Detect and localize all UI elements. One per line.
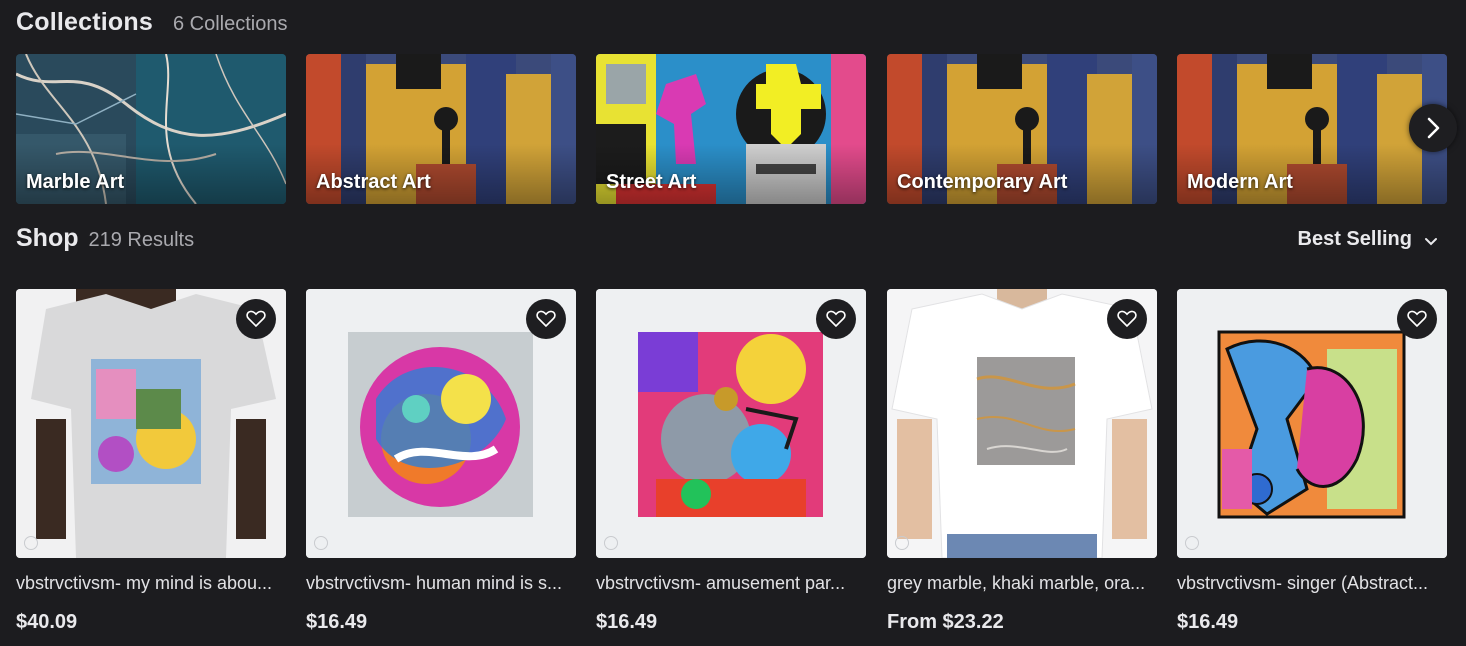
heart-icon xyxy=(536,310,556,328)
product-title[interactable]: vbstrvctivsm- my mind is abou... xyxy=(16,573,286,594)
product-price: $40.09 xyxy=(16,611,78,633)
product-card[interactable]: vbstrvctivsm- amusement par... $16.49 xyxy=(596,289,866,634)
product-card[interactable]: vbstrvctivsm- human mind is s... $16.49 xyxy=(306,289,576,634)
heart-icon xyxy=(246,310,266,328)
favorite-button[interactable] xyxy=(236,299,276,339)
product-title[interactable]: vbstrvctivsm- human mind is s... xyxy=(306,573,576,594)
collections-count: 6 Collections xyxy=(172,13,288,35)
results-count: 219 Results xyxy=(88,229,195,251)
info-icon xyxy=(24,536,38,550)
product-title[interactable]: vbstrvctivsm- amusement par... xyxy=(596,573,866,594)
product-card[interactable]: grey marble, khaki marble, ora... From $… xyxy=(887,289,1157,634)
heart-icon xyxy=(826,310,846,328)
product-image[interactable] xyxy=(887,289,1157,558)
product-card[interactable]: vbstrvctivsm- my mind is abou... $40.09 xyxy=(16,289,286,634)
collection-label: Street Art xyxy=(606,171,697,193)
favorite-button[interactable] xyxy=(1397,299,1437,339)
favorite-button[interactable] xyxy=(1107,299,1147,339)
info-icon xyxy=(604,536,618,550)
collection-label: Abstract Art xyxy=(316,171,431,193)
product-price: From $23.22 xyxy=(887,611,1004,633)
product-image[interactable] xyxy=(16,289,286,558)
info-icon xyxy=(314,536,328,550)
product-title[interactable]: grey marble, khaki marble, ora... xyxy=(887,573,1157,594)
shop-title: Shop xyxy=(16,224,79,252)
collection-label: Marble Art xyxy=(26,171,125,193)
collections-header: Collections 6 Collections xyxy=(16,8,287,37)
product-image[interactable] xyxy=(1177,289,1447,558)
favorite-button[interactable] xyxy=(526,299,566,339)
product-image[interactable] xyxy=(596,289,866,558)
info-icon xyxy=(1185,536,1199,550)
collection-label: Contemporary Art xyxy=(897,171,1068,193)
info-icon xyxy=(895,536,909,550)
product-price: $16.49 xyxy=(1177,611,1239,633)
collection-card-modern-art[interactable]: Modern Art xyxy=(1177,54,1447,204)
product-price: $16.49 xyxy=(306,611,368,633)
collection-card-abstract-art[interactable]: Abstract Art xyxy=(306,54,576,204)
collection-card-marble-art[interactable]: Marble Art xyxy=(16,54,286,204)
heart-icon xyxy=(1407,310,1427,328)
shop-header: Shop 219 Results xyxy=(16,224,194,253)
product-price: $16.49 xyxy=(596,611,658,633)
collections-carousel: Marble Art Abstract Art Street Art Conte… xyxy=(16,54,1466,204)
collections-title: Collections xyxy=(16,8,153,36)
chevron-down-icon xyxy=(1425,237,1437,245)
product-title[interactable]: vbstrvctivsm- singer (Abstract... xyxy=(1177,573,1447,594)
carousel-next-button[interactable] xyxy=(1409,104,1457,152)
chevron-right-icon xyxy=(1427,117,1440,139)
product-image[interactable] xyxy=(306,289,576,558)
heart-icon xyxy=(1117,310,1137,328)
collection-card-street-art[interactable]: Street Art xyxy=(596,54,866,204)
collection-card-contemporary-art[interactable]: Contemporary Art xyxy=(887,54,1157,204)
product-card[interactable]: vbstrvctivsm- singer (Abstract... $16.49 xyxy=(1177,289,1447,634)
favorite-button[interactable] xyxy=(816,299,856,339)
sort-label: Best Selling xyxy=(1297,228,1412,250)
sort-dropdown[interactable]: Best Selling xyxy=(1298,228,1438,251)
collection-label: Modern Art xyxy=(1187,171,1293,193)
